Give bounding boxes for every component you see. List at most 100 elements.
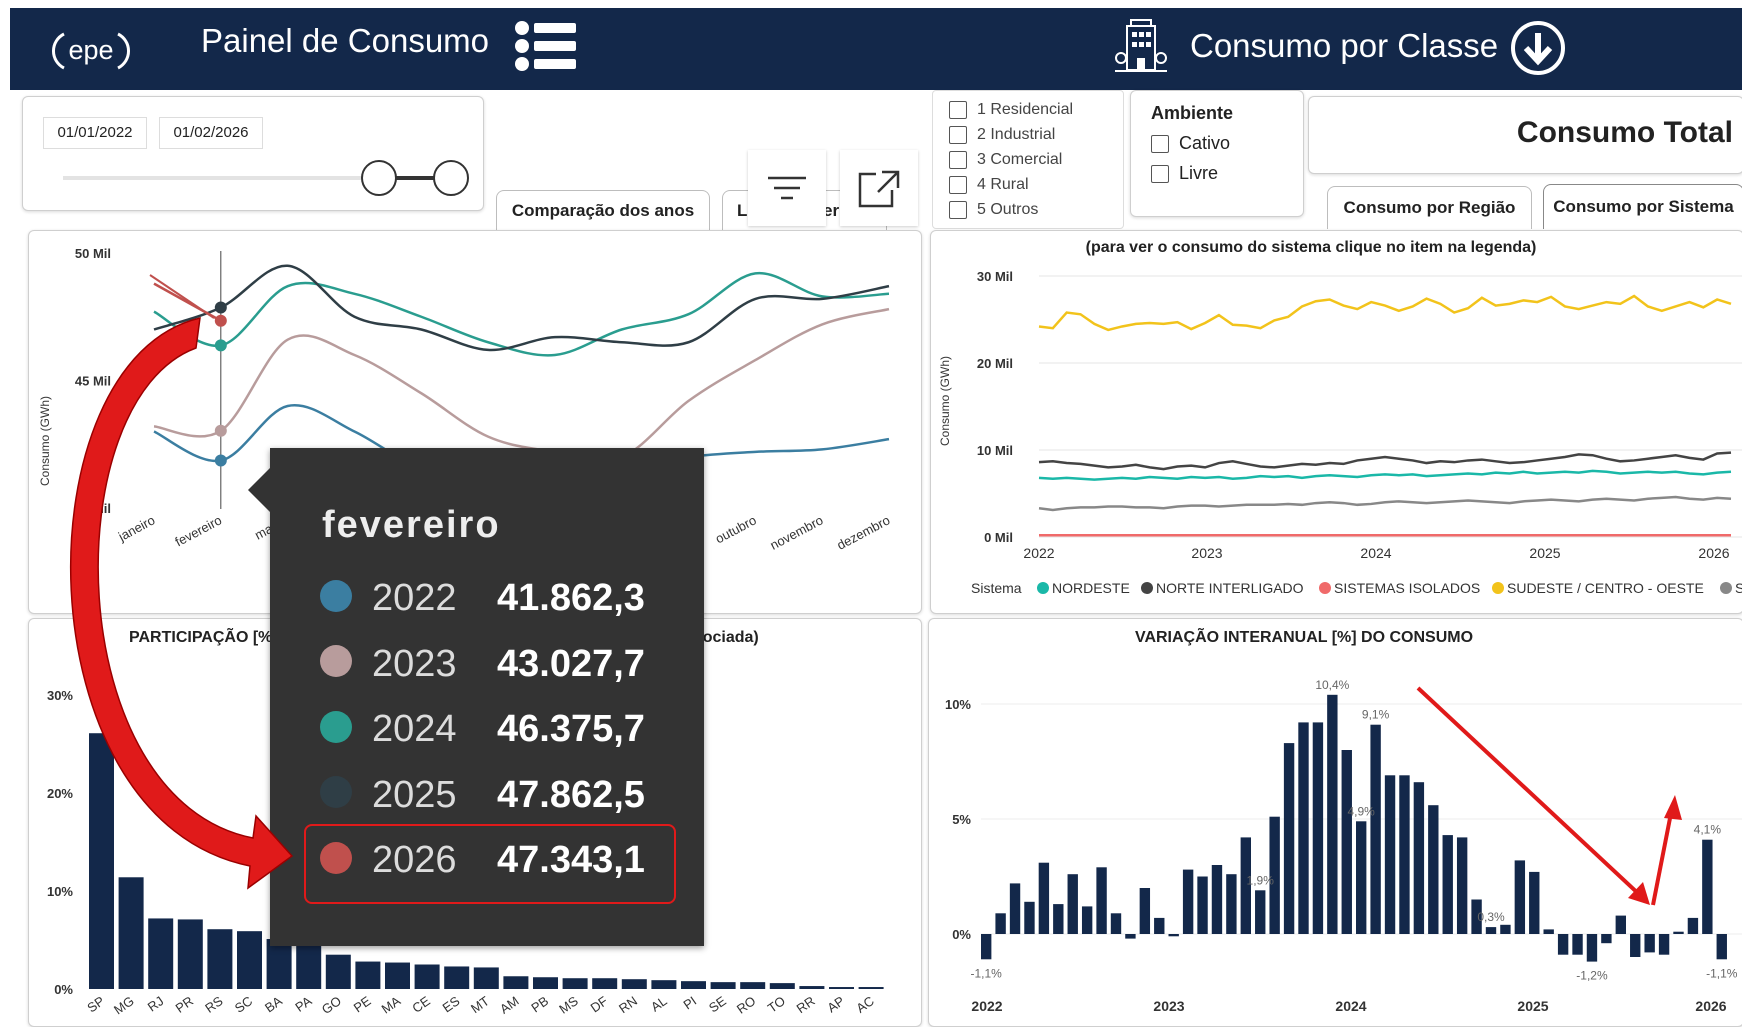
series-2026-line <box>153 282 222 322</box>
tooltip-year: 2023 <box>372 642 457 685</box>
data-label: 4,1% <box>1694 823 1722 837</box>
x-tick-label: AC <box>853 993 876 1016</box>
legend-title: Sistema <box>971 580 1022 596</box>
epe-logo[interactable]: epe <box>48 30 134 72</box>
x-tick-label: 2025 <box>1529 545 1560 561</box>
series-2026-point <box>214 314 227 327</box>
x-tick-label: 2023 <box>1191 545 1222 561</box>
x-tick-label: TO <box>765 993 788 1016</box>
bar-PI <box>681 981 706 989</box>
x-tick-label: 2022 <box>1023 545 1054 561</box>
class-item-label: 5 Outros <box>977 201 1039 218</box>
series-2023-point <box>214 424 227 437</box>
class-item[interactable]: 4 Rural <box>949 172 1073 197</box>
legend-marker <box>1319 582 1331 594</box>
filter-icon[interactable] <box>748 150 826 226</box>
slider-end-handle[interactable] <box>433 160 469 196</box>
variation-bar <box>1197 876 1208 934</box>
start-date-input[interactable]: 01/01/2022 <box>43 117 147 149</box>
consumo-total-card[interactable]: Consumo Total <box>1308 96 1742 174</box>
checkbox[interactable] <box>949 125 967 144</box>
tab-comparacao-anos[interactable]: Comparação dos anos <box>496 190 710 231</box>
class-item[interactable]: 5 Outros <box>949 197 1073 222</box>
tooltip-row-2024: 2024 46.375,7 <box>320 699 645 759</box>
bar-AP <box>829 987 854 989</box>
tooltip-year: 2025 <box>372 773 457 816</box>
variation-bar <box>1024 901 1035 934</box>
x-tick-label: RR <box>794 993 818 1016</box>
tooltip-row-2023: 2023 43.027,7 <box>320 634 645 694</box>
y-tick-label: 40 Mil <box>75 501 111 516</box>
class-item[interactable]: 3 Comercial <box>949 147 1073 172</box>
class-list: 1 Residencial 2 Industrial 3 Comercial 4 Ru… <box>949 97 1073 222</box>
legend-marker <box>1720 582 1732 594</box>
focus-mode-icon[interactable] <box>840 150 918 226</box>
system-line-chart[interactable]: Consumo (GWh) 30 Mil 20 Mil 10 Mil 0 Mil 202… <box>931 231 1742 613</box>
tab-consumo-regiao[interactable]: Consumo por Região <box>1327 186 1532 229</box>
x-tick-label: dezembro <box>834 512 892 552</box>
variation-bar <box>1110 913 1122 934</box>
y-tick-label: 20% <box>47 786 73 801</box>
series-2024-point <box>214 339 227 352</box>
x-tick-label: AM <box>497 993 522 1016</box>
building-icon <box>1115 18 1167 78</box>
tooltip-row-2025: 2025 47.862,5 <box>320 765 645 825</box>
tooltip-year: 2022 <box>372 577 457 619</box>
legend-dot <box>320 645 352 678</box>
x-tick-label: 2024 <box>1335 998 1366 1014</box>
variation-bar <box>1702 839 1713 934</box>
checkbox[interactable] <box>1151 135 1169 154</box>
legend-item-sudeste: SUDESTE / CENTRO - OESTE <box>1507 580 1704 596</box>
x-tick-label: outubro <box>713 512 759 546</box>
legend-dot <box>320 579 352 612</box>
y-tick-label: 0 Mil <box>984 530 1013 545</box>
variation-bar <box>1312 722 1324 934</box>
variation-bar <box>981 934 992 960</box>
variation-bar-chart[interactable]: 10% 5% 0% -1,1% 10,4% 9,1% 4,9% 1,9% 0,3% -1,2% 4,… <box>929 619 1742 1026</box>
svg-text:epe: epe <box>68 35 113 65</box>
list-icon[interactable] <box>514 20 576 72</box>
download-icon[interactable] <box>1510 20 1566 76</box>
variation-bar <box>995 913 1006 934</box>
checkbox[interactable] <box>949 100 967 119</box>
checkbox[interactable] <box>949 200 967 219</box>
series-2022-point <box>214 454 227 467</box>
tab-consumo-sistema[interactable]: Consumo por Sistema <box>1543 184 1742 229</box>
variation-bar <box>1557 934 1569 955</box>
data-label: -1,2% <box>1576 969 1608 983</box>
slider-start-handle[interactable] <box>361 160 397 196</box>
ambiente-item-livre[interactable]: Livre <box>1151 163 1218 184</box>
y-tick-label: 10% <box>47 884 73 899</box>
y-tick-label: 30 Mil <box>977 269 1013 284</box>
variation-bar <box>1211 865 1223 934</box>
variation-bar <box>1428 805 1439 934</box>
variation-bar <box>1327 694 1338 934</box>
x-tick-label: CE <box>409 993 433 1016</box>
bar-SE <box>710 982 736 989</box>
x-tick-label: SP <box>84 993 107 1015</box>
x-tick-label: MS <box>556 993 581 1017</box>
checkbox[interactable] <box>949 150 967 169</box>
legend-dot <box>320 776 352 809</box>
tooltip-row-2022: 2022 41.862,3 <box>320 568 645 628</box>
x-tick-label: MG <box>111 993 137 1017</box>
ambiente-item-cativo[interactable]: Cativo <box>1151 133 1230 154</box>
bar-ES <box>444 966 470 989</box>
y-tick-label: 10% <box>945 697 971 712</box>
x-tick-label: PI <box>681 993 700 1012</box>
checkbox[interactable] <box>949 175 967 194</box>
class-item[interactable]: 1 Residencial <box>949 97 1073 122</box>
variation-bar <box>1687 917 1699 934</box>
class-item[interactable]: 2 Industrial <box>949 122 1073 147</box>
x-tick-label: 2022 <box>971 998 1002 1014</box>
end-date-input[interactable]: 01/02/2026 <box>159 117 263 149</box>
page-title: Consumo por Classe <box>1190 27 1499 64</box>
variation-bar <box>1370 724 1381 934</box>
ambiente-slicer: Ambiente Cativo Livre <box>1130 90 1304 217</box>
checkbox[interactable] <box>1151 165 1169 184</box>
series-line-nordeste <box>1038 469 1732 481</box>
y-tick-label: 45 Mil <box>75 374 111 389</box>
date-range-slicer: 01/01/2022 01/02/2026 <box>22 96 484 211</box>
bar-RS <box>207 929 233 989</box>
x-tick-label: MA <box>379 993 404 1017</box>
